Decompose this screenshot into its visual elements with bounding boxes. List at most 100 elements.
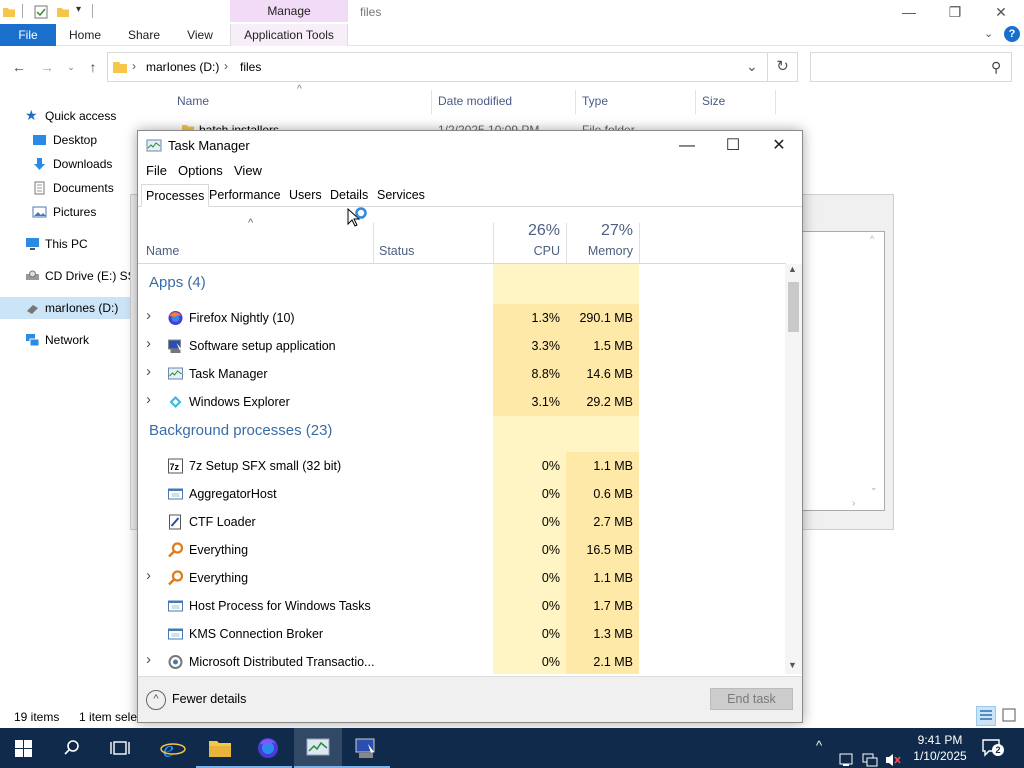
column-name[interactable]: Name: [146, 244, 179, 258]
system-clock[interactable]: 9:41 PM 1/10/2025: [908, 732, 972, 764]
maximize-button[interactable]: ☐: [710, 131, 756, 161]
column-memory[interactable]: Memory: [573, 244, 633, 258]
scroll-up-icon[interactable]: ▲: [788, 264, 797, 274]
column-divider[interactable]: [373, 223, 374, 263]
expand-chevron-icon[interactable]: ›: [146, 567, 151, 584]
search-input[interactable]: ⚲: [810, 52, 1012, 82]
network-status-icon[interactable]: [862, 740, 878, 768]
column-divider[interactable]: [566, 223, 567, 263]
scroll-down-icon[interactable]: ⌄: [870, 482, 878, 493]
start-button[interactable]: [0, 728, 48, 768]
tab-application-tools[interactable]: Application Tools: [230, 24, 348, 46]
minimize-button[interactable]: —: [664, 131, 710, 161]
cpu-total-percent[interactable]: 26%: [500, 222, 560, 240]
address-bar[interactable]: › marIones (D:) › files ⌄: [107, 52, 768, 82]
column-date-modified[interactable]: Date modified: [438, 94, 512, 112]
task-view-button[interactable]: [96, 728, 144, 768]
nav-network[interactable]: Network: [0, 329, 140, 351]
column-divider[interactable]: [775, 90, 776, 114]
expand-chevron-icon[interactable]: ›: [146, 363, 151, 380]
end-task-button[interactable]: End task: [710, 688, 793, 710]
process-row[interactable]: › Microsoft Distributed Transactio... 0% 2.…: [138, 648, 786, 674]
process-row[interactable]: CTF Loader 0% 2.7 MB: [138, 508, 786, 536]
process-row[interactable]: KMS Connection Broker 0% 1.3 MB: [138, 620, 786, 648]
expand-ribbon-icon[interactable]: ⌄: [984, 27, 993, 40]
process-row[interactable]: › Software setup application 3.3% 1.5 MB: [138, 332, 786, 360]
nav-this-pc[interactable]: This PC: [0, 233, 140, 255]
expand-chevron-icon[interactable]: ›: [146, 391, 151, 408]
process-row[interactable]: AggregatorHost 0% 0.6 MB: [138, 480, 786, 508]
column-cpu[interactable]: CPU: [500, 244, 560, 258]
nav-cd-drive[interactable]: CD Drive (E:) SSS: [0, 265, 140, 287]
column-divider[interactable]: [493, 223, 494, 263]
tab-processes[interactable]: Processes: [141, 184, 210, 207]
breadcrumb-drive[interactable]: marIones (D:): [146, 60, 219, 74]
taskbar-firefox[interactable]: [244, 728, 292, 768]
column-size[interactable]: Size: [702, 94, 725, 112]
column-divider[interactable]: [639, 223, 640, 263]
tab-file[interactable]: File: [0, 24, 56, 46]
close-button[interactable]: ✕: [978, 0, 1024, 24]
nav-documents[interactable]: Documents: [0, 177, 140, 199]
column-divider[interactable]: [575, 90, 576, 114]
nav-quick-access[interactable]: ★ Quick access: [0, 105, 140, 127]
minimize-button[interactable]: —: [886, 0, 932, 24]
memory-total-percent[interactable]: 27%: [573, 222, 633, 240]
restore-button[interactable]: ❐: [932, 0, 978, 24]
fewer-details-link[interactable]: Fewer details: [172, 692, 246, 706]
device-icon[interactable]: [838, 740, 854, 768]
show-hidden-icons-icon[interactable]: ^: [816, 738, 822, 768]
scroll-right-icon[interactable]: ›: [852, 498, 855, 509]
scrollbar-thumb[interactable]: [788, 282, 799, 332]
column-divider[interactable]: [695, 90, 696, 114]
process-row[interactable]: › Windows Explorer 3.1% 29.2 MB: [138, 388, 786, 416]
process-row[interactable]: › Task Manager 8.8% 14.6 MB: [138, 360, 786, 388]
column-status[interactable]: Status: [379, 244, 414, 258]
back-button[interactable]: ←: [10, 58, 28, 76]
process-row[interactable]: › Firefox Nightly (10) 1.3% 290.1 MB: [138, 304, 786, 332]
process-row[interactable]: Host Process for Windows Tasks 0% 1.7 MB: [138, 592, 786, 620]
tab-view[interactable]: View: [178, 24, 222, 46]
process-row[interactable]: Everything 0% 16.5 MB: [138, 536, 786, 564]
tab-users[interactable]: Users: [285, 184, 326, 207]
sort-up-icon[interactable]: ^: [248, 217, 253, 229]
forward-button[interactable]: →: [38, 58, 56, 76]
menu-view[interactable]: View: [234, 163, 262, 181]
nav-pictures[interactable]: Pictures: [0, 201, 140, 223]
tab-services[interactable]: Services: [373, 184, 429, 207]
menu-file[interactable]: File: [146, 163, 167, 181]
tab-performance[interactable]: Performance: [205, 184, 285, 207]
expand-chevron-icon[interactable]: ›: [146, 335, 151, 352]
taskbar-file-explorer[interactable]: [196, 728, 244, 768]
taskbar-internet-explorer[interactable]: e: [148, 728, 196, 768]
taskbar-setup-application[interactable]: [342, 728, 390, 768]
breadcrumb-files[interactable]: files: [240, 60, 261, 74]
help-icon[interactable]: ?: [1004, 26, 1020, 42]
details-view-icon[interactable]: [976, 706, 996, 726]
process-list-scrollbar[interactable]: ▲ ▼: [785, 264, 802, 674]
scroll-up-icon[interactable]: ^: [870, 234, 874, 244]
scroll-down-icon[interactable]: ▼: [788, 660, 797, 670]
customize-toolbar-icon[interactable]: ▾: [76, 4, 81, 15]
tab-home[interactable]: Home: [60, 24, 110, 46]
search-button[interactable]: [48, 728, 96, 768]
column-name[interactable]: Name: [177, 94, 209, 112]
column-divider[interactable]: [431, 90, 432, 114]
nav-downloads[interactable]: Downloads: [0, 153, 140, 175]
chevron-up-icon[interactable]: ^: [146, 690, 166, 710]
properties-icon[interactable]: [34, 5, 48, 19]
large-icons-view-icon[interactable]: [1000, 706, 1020, 726]
volume-muted-icon[interactable]: [884, 740, 902, 768]
expand-chevron-icon[interactable]: ›: [146, 307, 151, 324]
expand-chevron-icon[interactable]: ›: [146, 651, 151, 668]
notification-center-button[interactable]: 2: [980, 736, 1004, 760]
taskbar-task-manager[interactable]: [294, 728, 342, 768]
column-type[interactable]: Type: [582, 94, 608, 112]
nav-desktop[interactable]: Desktop: [0, 129, 140, 151]
close-button[interactable]: ✕: [756, 131, 802, 161]
refresh-button[interactable]: ↻: [768, 52, 798, 82]
tab-share[interactable]: Share: [120, 24, 168, 46]
new-folder-icon[interactable]: [56, 5, 70, 19]
process-row[interactable]: › Everything 0% 1.1 MB: [138, 564, 786, 592]
menu-options[interactable]: Options: [178, 163, 223, 181]
